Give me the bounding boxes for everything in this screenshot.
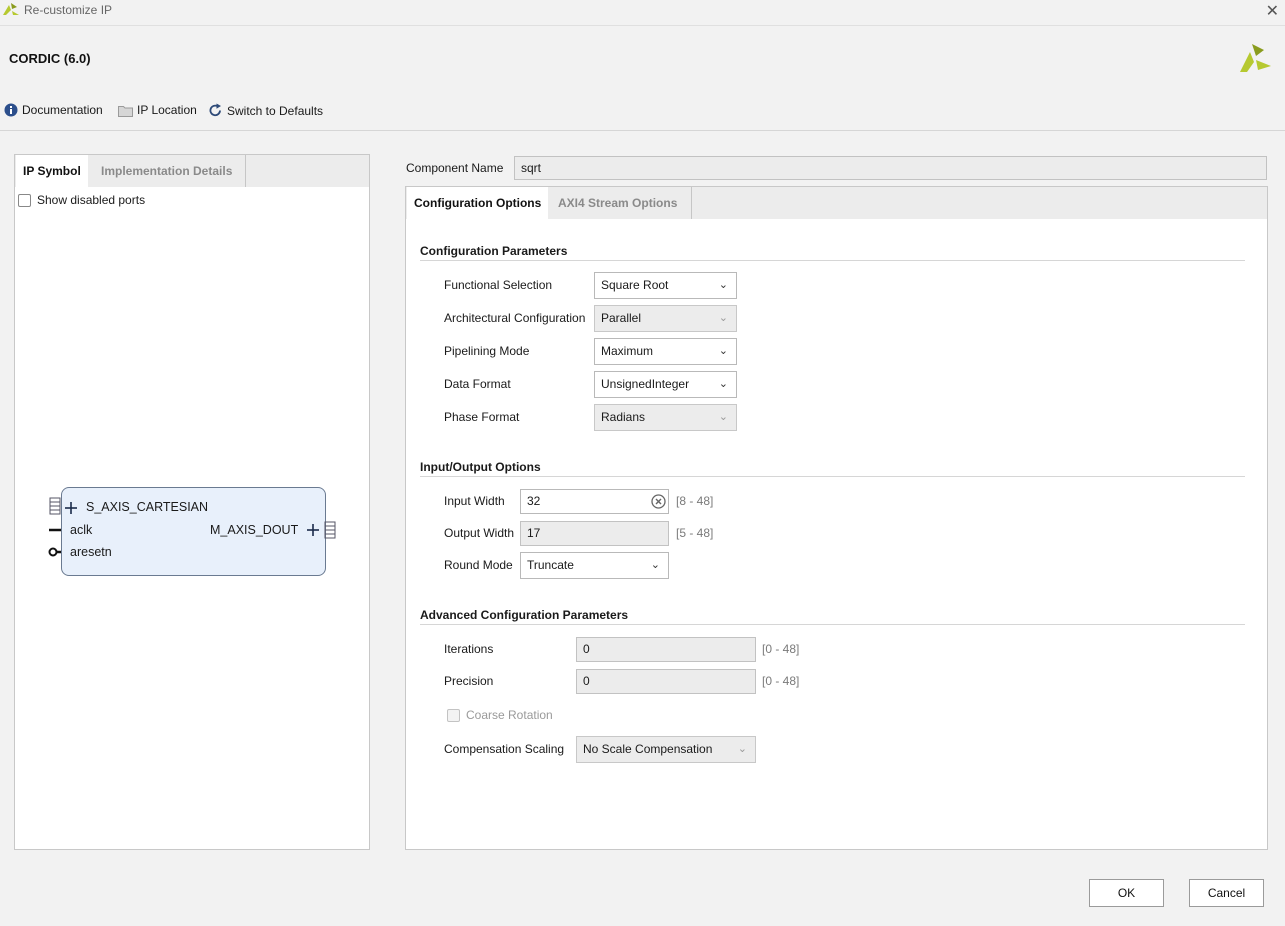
section-divider: [420, 260, 1245, 261]
ip-location-label: IP Location: [137, 103, 197, 117]
round-mode-dropdown[interactable]: Truncate ⌄: [520, 552, 669, 579]
section-divider: [420, 476, 1245, 477]
data-format-dropdown[interactable]: UnsignedInteger ⌄: [594, 371, 737, 398]
chevron-down-icon: ⌄: [737, 743, 747, 755]
tab-implementation-details[interactable]: Implementation Details: [94, 155, 246, 187]
ip-symbol-panel: IP Symbol Implementation Details Show di…: [14, 154, 370, 850]
phase-format-dropdown[interactable]: Radians ⌄: [594, 404, 737, 431]
title-divider: [0, 25, 1285, 26]
chevron-down-icon: ⌄: [650, 559, 660, 571]
data-format-value: UnsignedInteger: [601, 377, 690, 391]
tab-ip-symbol[interactable]: IP Symbol: [16, 155, 88, 187]
input-width-value: 32: [527, 494, 541, 508]
expand-plus-icon[interactable]: [65, 502, 77, 514]
input-width-label: Input Width: [444, 494, 505, 508]
toolbar-divider: [0, 130, 1285, 131]
configuration-panel: Configuration Options AXI4 Stream Option…: [405, 186, 1268, 850]
round-mode-label: Round Mode: [444, 558, 513, 572]
arch-config-dropdown[interactable]: Parallel ⌄: [594, 305, 737, 332]
show-disabled-ports-label: Show disabled ports: [37, 193, 146, 207]
expand-plus-icon[interactable]: [307, 524, 319, 536]
refresh-icon: [209, 103, 221, 117]
close-icon[interactable]: ✕: [1266, 1, 1279, 21]
coarse-rotation-row[interactable]: Coarse Rotation: [447, 708, 553, 722]
show-disabled-ports-row[interactable]: Show disabled ports: [18, 193, 145, 207]
iterations-field[interactable]: 0: [576, 637, 756, 662]
config-params-title: Configuration Parameters: [420, 244, 568, 258]
compensation-scaling-label: Compensation Scaling: [444, 742, 565, 756]
precision-range: [0 - 48]: [762, 674, 800, 688]
arch-config-value: Parallel: [601, 311, 642, 325]
coarse-rotation-label: Coarse Rotation: [466, 708, 553, 722]
precision-field[interactable]: 0: [576, 669, 756, 694]
component-name-label: Component Name: [406, 161, 504, 175]
input-width-range: [8 - 48]: [676, 494, 714, 508]
ok-button[interactable]: OK: [1089, 879, 1164, 907]
round-mode-value: Truncate: [527, 558, 574, 572]
tab-axi4-stream-options[interactable]: AXI4 Stream Options: [551, 187, 692, 219]
ip-symbol-block: S_AXIS_CARTESIAN aclk aresetn M_AXIS_DOU…: [61, 487, 326, 576]
pipelining-mode-label: Pipelining Mode: [444, 344, 530, 358]
ip-location-button[interactable]: IP Location: [118, 103, 197, 117]
iterations-range: [0 - 48]: [762, 642, 800, 656]
xilinx-logo-icon: [3, 3, 19, 15]
folder-icon: [118, 105, 133, 117]
phase-format-label: Phase Format: [444, 410, 520, 424]
port-m-axis-dout: M_AXIS_DOUT: [210, 523, 299, 537]
documentation-button[interactable]: Documentation: [4, 103, 103, 117]
chevron-down-icon: ⌄: [718, 411, 728, 423]
functional-selection-value: Square Root: [601, 278, 669, 292]
chevron-down-icon: ⌄: [718, 312, 728, 324]
compensation-scaling-value: No Scale Compensation: [583, 742, 713, 756]
pipelining-mode-value: Maximum: [601, 344, 654, 358]
coarse-rotation-checkbox[interactable]: [447, 708, 460, 722]
xilinx-brand-logo-icon: [1240, 44, 1271, 72]
functional-selection-label: Functional Selection: [444, 278, 553, 292]
data-format-label: Data Format: [444, 377, 511, 391]
functional-selection-dropdown[interactable]: Square Root ⌄: [594, 272, 737, 299]
chevron-down-icon: ⌄: [718, 345, 728, 357]
precision-label: Precision: [444, 674, 494, 688]
clear-icon[interactable]: [651, 494, 666, 509]
output-width-range: [5 - 48]: [676, 526, 714, 540]
info-icon: [4, 103, 18, 117]
advanced-params-title: Advanced Configuration Parameters: [420, 608, 629, 622]
phase-format-value: Radians: [601, 410, 646, 424]
show-disabled-ports-checkbox[interactable]: [18, 193, 31, 207]
documentation-label: Documentation: [22, 103, 103, 117]
bus-connector-icon: [49, 497, 61, 515]
output-width-label: Output Width: [444, 526, 515, 540]
iterations-label: Iterations: [444, 642, 494, 656]
component-name-input[interactable]: sqrt: [514, 156, 1267, 180]
switch-defaults-label: Switch to Defaults: [227, 103, 324, 118]
window-title: Re-customize IP: [24, 3, 113, 17]
chevron-down-icon: ⌄: [718, 378, 728, 390]
section-divider: [420, 624, 1245, 625]
switch-defaults-button[interactable]: Switch to Defaults: [208, 103, 323, 118]
io-options-title: Input/Output Options: [420, 460, 541, 474]
input-width-field[interactable]: 32: [520, 489, 669, 514]
pipelining-mode-dropdown[interactable]: Maximum ⌄: [594, 338, 737, 365]
output-width-field[interactable]: 17: [520, 521, 669, 546]
port-aresetn: aresetn: [70, 545, 112, 559]
bus-connector-icon: [324, 521, 336, 539]
tab-configuration-options[interactable]: Configuration Options: [407, 187, 549, 219]
title-bar: Re-customize IP ✕: [0, 0, 1285, 22]
compensation-scaling-dropdown[interactable]: No Scale Compensation ⌄: [576, 736, 756, 763]
chevron-down-icon: ⌄: [718, 279, 728, 291]
right-tab-strip: Configuration Options AXI4 Stream Option…: [406, 187, 1267, 219]
left-tab-strip: IP Symbol Implementation Details: [15, 155, 369, 187]
port-s-axis-cartesian: S_AXIS_CARTESIAN: [86, 500, 209, 514]
cancel-button[interactable]: Cancel: [1189, 879, 1264, 907]
arch-config-label: Architectural Configuration: [444, 311, 586, 325]
port-aclk: aclk: [70, 523, 93, 537]
ip-title: CORDIC (6.0): [9, 51, 91, 66]
